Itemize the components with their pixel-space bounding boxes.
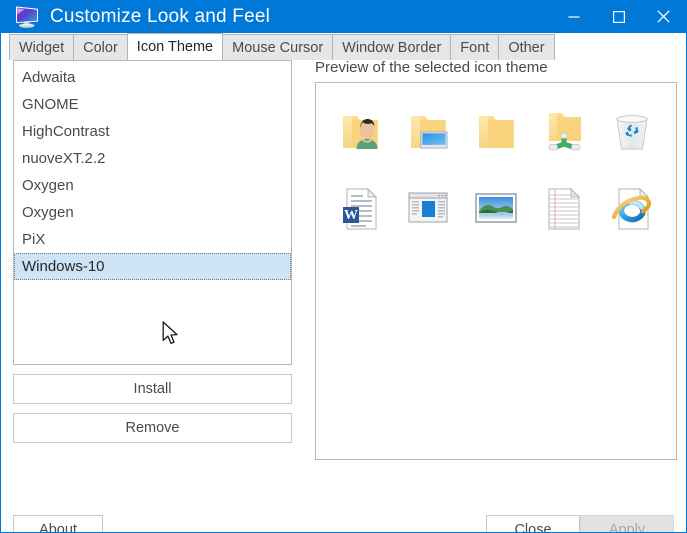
title-bar: Customize Look and Feel xyxy=(1,0,686,33)
tab-other[interactable]: Other xyxy=(498,34,555,60)
tab-widget[interactable]: Widget xyxy=(9,34,75,60)
folder-icon xyxy=(462,99,530,165)
network-folder-icon xyxy=(530,99,598,165)
preview-icon-row-2: W xyxy=(326,175,666,241)
remove-button-label: Remove xyxy=(125,420,180,436)
remove-button[interactable]: Remove xyxy=(13,413,292,443)
tab-mouse-cursor[interactable]: Mouse Cursor xyxy=(222,34,334,60)
list-item-label: Oxygen xyxy=(22,177,74,194)
list-item-selected[interactable]: Windows-10 xyxy=(14,253,291,280)
icon-theme-panel: Adwaita GNOME HighContrast nuoveXT.2.2 O… xyxy=(1,60,686,500)
list-item[interactable]: Adwaita xyxy=(14,64,291,91)
maximize-button[interactable] xyxy=(596,0,641,33)
recycle-bin-icon xyxy=(598,99,666,165)
close-button-footer[interactable]: Close xyxy=(486,514,580,533)
list-item[interactable]: HighContrast xyxy=(14,118,291,145)
window-title: Customize Look and Feel xyxy=(50,6,271,27)
theme-selection-column: Adwaita GNOME HighContrast nuoveXT.2.2 O… xyxy=(13,60,292,460)
tab-font[interactable]: Font xyxy=(450,34,500,60)
word-document-icon: W xyxy=(326,175,394,241)
list-item[interactable]: Oxygen xyxy=(14,172,291,199)
list-item[interactable]: GNOME xyxy=(14,91,291,118)
tab-label: Other xyxy=(508,39,545,56)
list-item[interactable]: PiX xyxy=(14,226,291,253)
list-item[interactable]: Oxygen xyxy=(14,199,291,226)
preview-label: Preview of the selected icon theme xyxy=(315,59,548,76)
preview-box: W xyxy=(315,82,677,460)
close-button[interactable] xyxy=(641,0,686,33)
minimize-button[interactable] xyxy=(551,0,596,33)
apply-button: Apply xyxy=(580,514,674,533)
customize-look-and-feel-window: Customize Look and Feel Widget Color Ico… xyxy=(0,0,687,533)
close-button-label: Close xyxy=(514,522,552,533)
internet-explorer-html-icon xyxy=(598,175,666,241)
text-document-icon xyxy=(530,175,598,241)
list-item-label: nuoveXT.2.2 xyxy=(22,150,106,167)
footer-bar: About Close Apply xyxy=(1,500,686,533)
about-button-label: About xyxy=(39,522,77,533)
list-item-label: Oxygen xyxy=(22,204,74,221)
icon-theme-list[interactable]: Adwaita GNOME HighContrast nuoveXT.2.2 O… xyxy=(13,60,292,365)
tab-label: Color xyxy=(83,39,118,56)
apply-button-label: Apply xyxy=(608,522,646,533)
window-controls xyxy=(551,0,686,33)
list-item-label: Windows-10 xyxy=(22,258,105,275)
list-item-label: HighContrast xyxy=(22,123,110,140)
about-button[interactable]: About xyxy=(13,514,103,533)
display-monitor-icon xyxy=(16,5,38,28)
tab-color[interactable]: Color xyxy=(73,34,128,60)
svg-text:W: W xyxy=(344,208,358,223)
tab-label: Window Border xyxy=(342,39,442,56)
install-button-label: Install xyxy=(133,381,172,397)
user-folder-icon xyxy=(326,99,394,165)
tab-bar: Widget Color Icon Theme Mouse Cursor Win… xyxy=(1,33,686,60)
preview-column: Preview of the selected icon theme W xyxy=(315,60,677,460)
list-item-label: Adwaita xyxy=(22,69,76,86)
tab-label: Font xyxy=(460,39,490,56)
list-item-label: PiX xyxy=(22,231,46,248)
tab-window-border[interactable]: Window Border xyxy=(332,34,452,60)
desktop-folder-icon xyxy=(394,99,462,165)
tab-label: Mouse Cursor xyxy=(232,39,324,56)
install-button[interactable]: Install xyxy=(13,374,292,404)
tab-icon-theme[interactable]: Icon Theme xyxy=(126,33,224,60)
list-item[interactable]: nuoveXT.2.2 xyxy=(14,145,291,172)
tab-label: Widget xyxy=(19,39,65,56)
image-file-icon xyxy=(462,175,530,241)
html-page-icon xyxy=(394,175,462,241)
list-item-label: GNOME xyxy=(22,96,79,113)
preview-icon-row-1 xyxy=(326,99,666,165)
footer-right-actions: Close Apply xyxy=(486,514,674,533)
tab-label: Icon Theme xyxy=(136,39,214,55)
